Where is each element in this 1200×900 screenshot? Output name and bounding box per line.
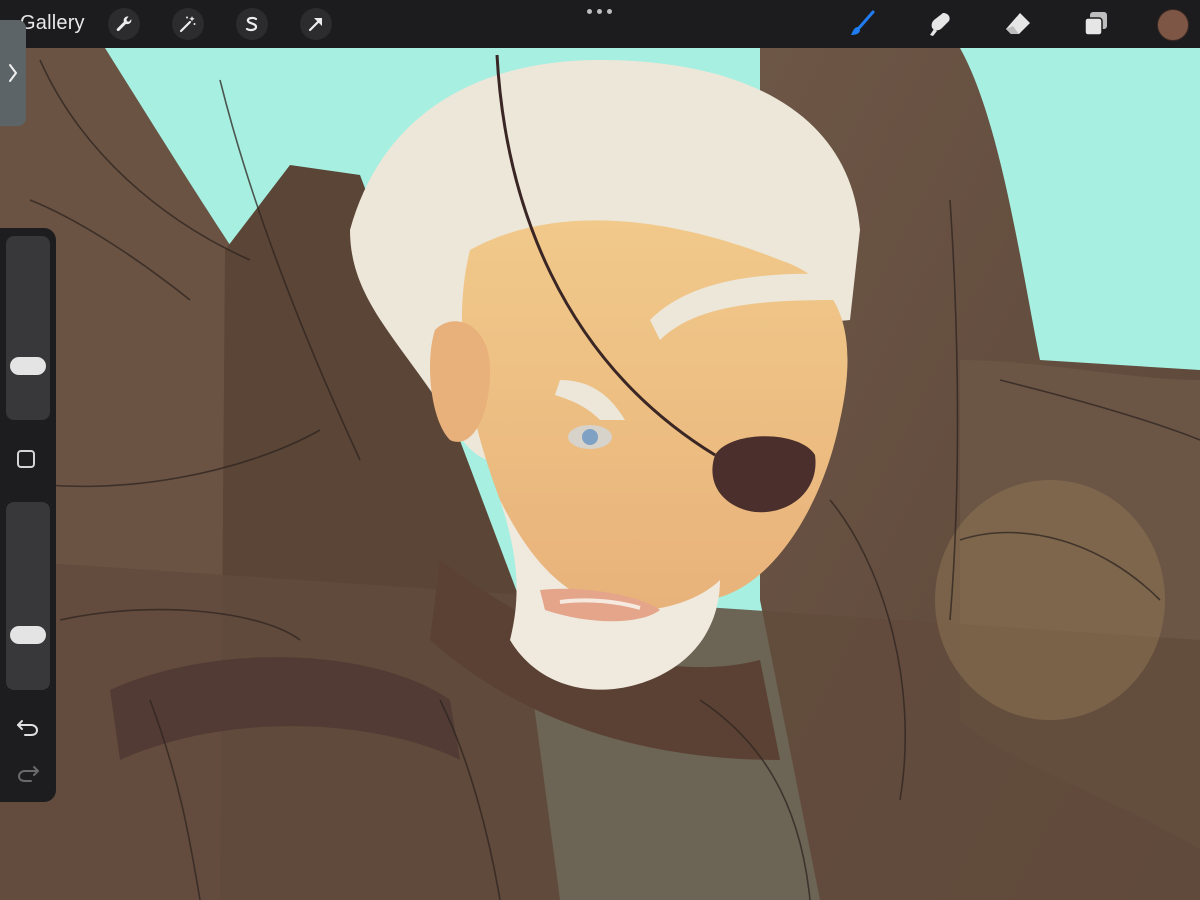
layers-icon <box>1084 12 1107 36</box>
layers-button[interactable] <box>1078 6 1114 42</box>
modify-button[interactable] <box>17 450 35 468</box>
opacity-slider[interactable] <box>6 502 50 690</box>
brush-tool-button[interactable] <box>844 6 880 42</box>
color-picker-button[interactable] <box>1157 9 1189 41</box>
selection-button[interactable] <box>236 8 268 40</box>
eraser-tool-button[interactable] <box>1000 6 1036 42</box>
transform-button[interactable] <box>300 8 332 40</box>
left-sidebar <box>0 228 56 802</box>
eraser-icon <box>1006 13 1030 34</box>
smudge-tool-button[interactable] <box>922 6 958 42</box>
opacity-slider-knob[interactable] <box>10 625 46 644</box>
redo-icon <box>17 766 39 782</box>
magic-wand-icon <box>179 16 196 33</box>
wrench-icon <box>116 16 132 32</box>
selection-s-icon <box>245 16 258 32</box>
undo-button[interactable] <box>15 716 41 738</box>
top-toolbar: Gallery <box>0 0 1200 48</box>
undo-icon <box>17 720 39 736</box>
drawing-canvas[interactable] <box>0 0 1200 900</box>
brush-icon <box>851 10 875 35</box>
smudge-icon <box>930 13 950 36</box>
actions-button[interactable] <box>108 8 140 40</box>
gallery-button[interactable]: Gallery <box>20 12 85 35</box>
redo-button[interactable] <box>15 762 41 784</box>
ellipsis-icon <box>587 9 592 14</box>
chevron-right-icon <box>9 64 18 82</box>
adjustments-button[interactable] <box>172 8 204 40</box>
brush-size-slider[interactable] <box>6 236 50 420</box>
more-options-button[interactable] <box>586 4 614 18</box>
brush-size-slider-knob[interactable] <box>10 356 46 375</box>
arrow-cursor-icon <box>308 17 323 32</box>
sidebar-toggle-button[interactable] <box>0 20 26 126</box>
